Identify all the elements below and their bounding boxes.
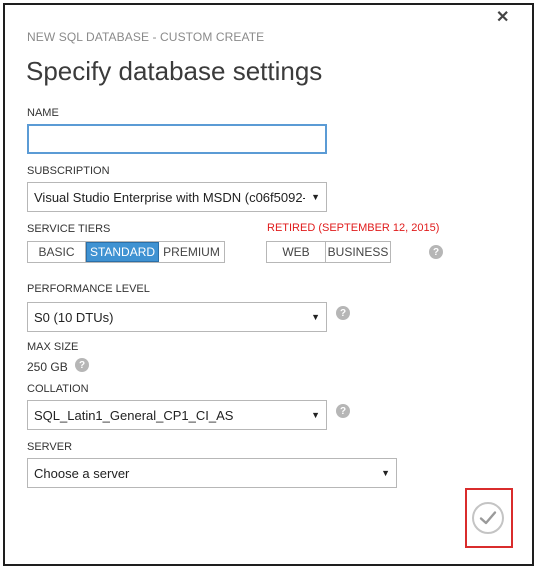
subscription-value: Visual Studio Enterprise with MSDN (c06f…	[34, 189, 306, 205]
chevron-down-icon: ▼	[311, 312, 320, 322]
max-size-help-icon[interactable]: ?	[75, 358, 89, 372]
tier-web-option[interactable]: WEB	[267, 242, 326, 262]
service-tiers-toggle: BASIC STANDARD PREMIUM	[27, 241, 225, 263]
name-label: NAME	[27, 107, 59, 119]
max-size-label: MAX SIZE	[27, 341, 79, 353]
subscription-select[interactable]: Visual Studio Enterprise with MSDN (c06f…	[27, 182, 327, 212]
tier-basic-option[interactable]: BASIC	[28, 242, 86, 262]
max-size-value: 250 GB	[27, 360, 68, 374]
tier-business-option[interactable]: BUSINESS	[326, 242, 390, 262]
tier-premium-option[interactable]: PREMIUM	[159, 242, 224, 262]
chevron-down-icon: ▼	[311, 192, 320, 202]
confirm-button[interactable]	[472, 502, 504, 534]
performance-level-value: S0 (10 DTUs)	[34, 309, 114, 325]
server-select[interactable]: Choose a server ▼	[27, 458, 397, 488]
dialog-subtitle: NEW SQL DATABASE - CUSTOM CREATE	[27, 30, 265, 44]
collation-label: COLLATION	[27, 383, 89, 395]
service-tiers-help-icon[interactable]: ?	[429, 245, 443, 259]
server-value: Choose a server	[34, 465, 130, 481]
tier-standard-option[interactable]: STANDARD	[86, 242, 159, 262]
chevron-down-icon: ▼	[311, 410, 320, 420]
chevron-down-icon: ▼	[381, 468, 390, 478]
collation-select[interactable]: SQL_Latin1_General_CP1_CI_AS ▼	[27, 400, 327, 430]
collation-help-icon[interactable]: ?	[336, 404, 350, 418]
subscription-label: SUBSCRIPTION	[27, 165, 110, 177]
performance-level-select[interactable]: S0 (10 DTUs) ▼	[27, 302, 327, 332]
close-icon[interactable]: ✕	[496, 10, 509, 26]
page-title: Specify database settings	[26, 56, 323, 86]
retired-label: RETIRED (SEPTEMBER 12, 2015)	[267, 222, 440, 234]
performance-level-label: PERFORMANCE LEVEL	[27, 283, 150, 295]
server-label: SERVER	[27, 441, 73, 453]
name-input[interactable]	[27, 124, 327, 154]
checkmark-icon	[479, 511, 497, 525]
collation-value: SQL_Latin1_General_CP1_CI_AS	[34, 407, 234, 423]
performance-level-help-icon[interactable]: ?	[336, 306, 350, 320]
service-tiers-label: SERVICE TIERS	[27, 223, 111, 235]
retired-tiers-toggle: WEB BUSINESS	[266, 241, 391, 263]
